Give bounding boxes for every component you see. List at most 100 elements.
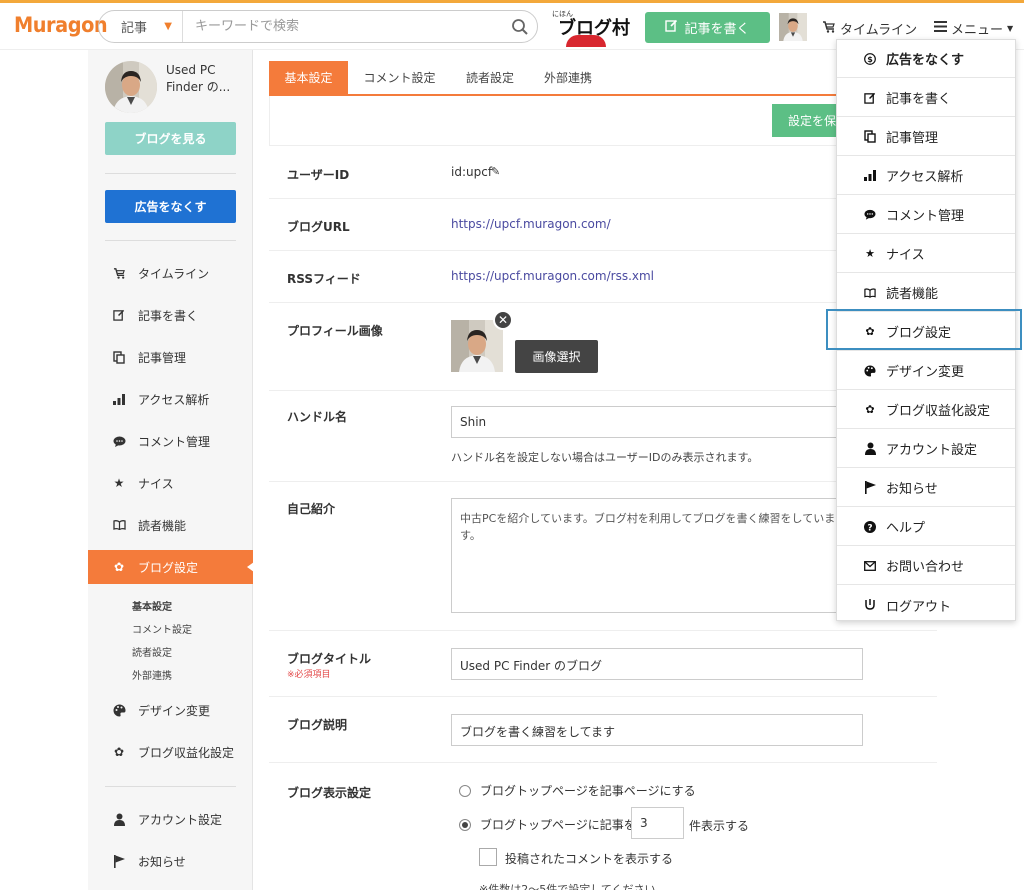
display-label: ブログ表示設定 <box>287 786 372 800</box>
menu-item-comments[interactable]: コメント管理 <box>837 196 1015 234</box>
menu-item-articles[interactable]: 記事管理 <box>837 118 1015 156</box>
sidebar-item-comments[interactable]: コメント管理 <box>88 424 253 458</box>
sidebar-item-timeline[interactable]: タイムライン <box>88 256 253 290</box>
menu-item-help[interactable]: ? ヘルプ <box>837 508 1015 546</box>
timeline-link[interactable]: タイムライン <box>822 19 917 38</box>
search-input[interactable] <box>183 11 503 42</box>
user-id-label: ユーザーID <box>287 168 350 182</box>
menu-item-label: アカウント設定 <box>886 443 978 458</box>
remove-image-icon[interactable]: ✕ <box>493 310 513 330</box>
pencil-icon[interactable]: ✎ <box>491 165 500 178</box>
muragon-logo[interactable]: Muragon <box>14 13 108 37</box>
star-icon: ★ <box>113 476 125 490</box>
sidebar-item-label: デザイン変更 <box>138 703 211 718</box>
menu-item-notices[interactable]: お知らせ <box>837 469 1015 507</box>
radio-dot-selected[interactable] <box>459 818 471 831</box>
menu-item-contact[interactable]: お問い合わせ <box>837 547 1015 585</box>
sidebar-avatar[interactable] <box>105 61 157 113</box>
caret-down-icon: ▼ <box>164 21 172 32</box>
blog-url-link[interactable]: https://upcf.muragon.com/ <box>451 217 611 231</box>
menu-item-monetize[interactable]: ✿ ブログ収益化設定 <box>837 391 1015 429</box>
search-bar: 記事 ▼ <box>98 10 538 43</box>
sidebar-item-blog-settings[interactable]: ✿ ブログ設定 <box>88 550 254 584</box>
handle-note: ハンドル名を設定しない場合はユーザーIDのみ表示されます。 <box>451 451 759 464</box>
search-category-label: 記事 <box>121 21 148 36</box>
title-input[interactable]: Used PC Finder のブログ <box>451 648 863 680</box>
menu-item-account[interactable]: アカウント設定 <box>837 430 1015 468</box>
menu-item-label: 広告をなくす <box>886 53 965 68</box>
sidebar-item-label: タイムライン <box>138 266 210 281</box>
sidebar-item-readers[interactable]: 読者機能 <box>88 508 253 542</box>
edit-icon <box>665 19 678 36</box>
radio-label: ブログトップページに記事を <box>480 818 636 832</box>
sidebar-item-articles[interactable]: 記事管理 <box>88 340 253 374</box>
menu-item-nice[interactable]: ★ ナイス <box>837 235 1015 273</box>
remove-ads-button[interactable]: 広告をなくす <box>105 190 236 223</box>
sidebar-item-analytics[interactable]: アクセス解析 <box>88 382 253 416</box>
menu-item-label: お知らせ <box>886 482 938 497</box>
tab-external[interactable]: 外部連携 <box>529 61 607 94</box>
sidebar-item-design[interactable]: デザイン変更 <box>88 693 253 727</box>
tab-comment[interactable]: コメント設定 <box>348 61 451 94</box>
sidebar-item-write[interactable]: 記事を書く <box>88 298 253 332</box>
rss-link[interactable]: https://upcf.muragon.com/rss.xml <box>451 269 654 283</box>
copy-icon <box>112 350 126 364</box>
search-category-select[interactable]: 記事 ▼ <box>99 11 183 42</box>
user-icon <box>112 813 126 826</box>
sidebar-subitem-basic[interactable]: 基本設定 <box>132 598 172 613</box>
sidebar-item-monetize[interactable]: ✿ ブログ収益化設定 <box>88 735 253 769</box>
radio-article-list[interactable]: ブログトップページに記事を <box>459 816 636 833</box>
menu-item-logout[interactable]: ログアウト <box>837 586 1015 624</box>
comment-icon <box>864 209 876 220</box>
handle-input[interactable]: Shin <box>451 406 863 438</box>
radio-dot[interactable] <box>459 784 471 797</box>
radio-label: ブログトップページを記事ページにする <box>480 784 696 798</box>
menu-item-write[interactable]: 記事を書く <box>837 79 1015 117</box>
image-select-button[interactable]: 画像選択 <box>515 340 598 373</box>
view-blog-button[interactable]: ブログを見る <box>105 122 236 155</box>
sidebar-item-nice[interactable]: ★ ナイス <box>88 466 253 500</box>
divider <box>105 240 236 241</box>
tab-basic[interactable]: 基本設定 <box>269 61 348 94</box>
copy-icon <box>864 130 876 143</box>
show-comments-checkbox[interactable] <box>479 848 497 866</box>
menu-toggle[interactable]: メニュー ▼ <box>934 19 1013 38</box>
menu-item-label: 記事管理 <box>886 131 939 146</box>
blogmura-logo[interactable]: にほん ブログ村 <box>552 9 632 47</box>
write-article-button[interactable]: 記事を書く <box>645 12 770 43</box>
article-count-input[interactable]: 3 <box>631 807 684 839</box>
tab-readers[interactable]: 読者設定 <box>451 61 529 94</box>
menu-item-blog-settings[interactable]: ✿ ブログ設定 <box>837 313 1015 351</box>
menu-item-readers[interactable]: 読者機能 <box>837 274 1015 312</box>
row-description: ブログ説明 ブログを書く練習をしてます <box>269 697 937 763</box>
menu-item-remove-ads[interactable]: $ 広告をなくす <box>837 40 1015 78</box>
description-input[interactable]: ブログを書く練習をしてます <box>451 714 863 746</box>
intro-label: 自己紹介 <box>287 502 336 516</box>
palette-icon <box>112 704 126 717</box>
sidebar-item-notices[interactable]: お知らせ <box>88 844 253 878</box>
show-comments-label: 投稿されたコメントを表示する <box>505 852 674 866</box>
search-icon[interactable] <box>503 18 537 36</box>
profile-image-label: プロフィール画像 <box>287 324 383 338</box>
divider <box>105 786 236 787</box>
flag-icon <box>112 854 126 868</box>
sidebar-subitem-comment[interactable]: コメント設定 <box>132 621 192 636</box>
logout-icon <box>864 599 876 611</box>
save-settings-button[interactable]: 設定を保存 <box>772 104 842 137</box>
blog-url-label: ブログURL <box>287 220 350 234</box>
gear-icon: ✿ <box>865 403 875 416</box>
sidebar-item-account[interactable]: アカウント設定 <box>88 802 253 836</box>
book-icon <box>112 520 126 530</box>
description-label: ブログ説明 <box>287 718 348 732</box>
radio-article-page[interactable]: ブログトップページを記事ページにする <box>459 782 696 799</box>
dollar-icon: $ <box>864 52 876 65</box>
star-icon: ★ <box>865 247 875 260</box>
menu-item-analytics[interactable]: アクセス解析 <box>837 157 1015 195</box>
gear-icon: ✿ <box>865 325 875 338</box>
menu-item-design[interactable]: デザイン変更 <box>837 352 1015 390</box>
sidebar-subitem-readers[interactable]: 読者設定 <box>132 644 172 659</box>
sidebar-user-name[interactable]: Used PC Finder の... <box>166 62 246 96</box>
intro-textarea[interactable]: 中古PCを紹介しています。ブログ村を利用してブログを書く練習をしています。 <box>451 498 863 613</box>
user-avatar[interactable] <box>779 13 807 41</box>
sidebar-subitem-external[interactable]: 外部連携 <box>132 667 172 682</box>
